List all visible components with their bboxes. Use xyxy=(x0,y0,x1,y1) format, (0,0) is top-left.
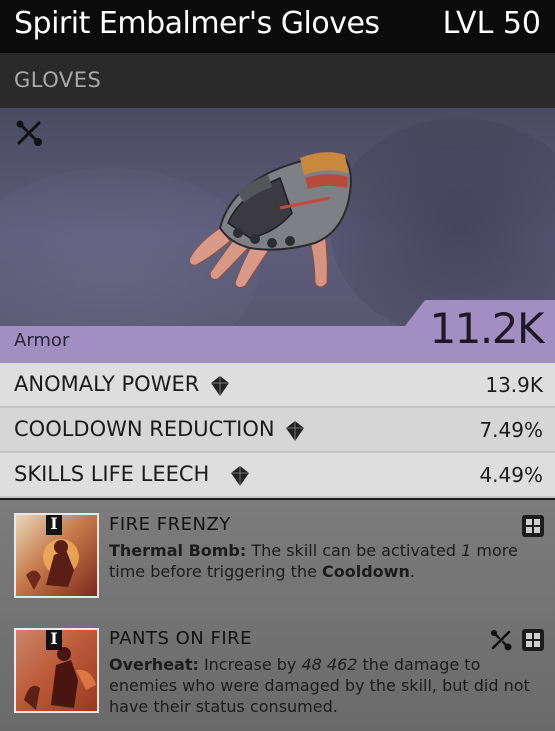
stat-row-anomaly-power: ANOMALY POWER 13.9K xyxy=(0,363,555,408)
stat-name: SKILLS LIFE LEECH xyxy=(14,462,210,486)
item-name: Spirit Embalmer's Gloves xyxy=(14,6,380,41)
armor-label: Armor xyxy=(14,330,70,351)
mod-tier: I xyxy=(46,515,62,535)
diamond-gem-icon xyxy=(286,421,304,441)
glove-image xyxy=(189,152,352,288)
mod-description: Overheat: Increase by 48 462 the damage … xyxy=(109,654,549,717)
mod-highlight: Cooldown xyxy=(322,562,410,581)
mod-socket-icon xyxy=(522,515,544,537)
mod-skill-name: Overheat: xyxy=(109,655,199,674)
stats-list: ANOMALY POWER 13.9K COOLDOWN REDUCTION 7… xyxy=(0,363,555,498)
mod-text: Increase by xyxy=(198,655,302,674)
mods-section: I FIRE FRENZY Thermal Bomb: The skill ca… xyxy=(0,500,555,731)
mod-title: FIRE FRENZY xyxy=(109,514,231,535)
item-preview: Armor 11.2K xyxy=(0,108,555,363)
mod-thumbnail: I xyxy=(14,628,99,713)
crafting-tools-icon xyxy=(491,630,512,651)
item-header: Spirit Embalmer's Gloves LVL 50 xyxy=(0,0,555,53)
crafting-tools-icon xyxy=(16,120,42,146)
stat-value: 4.49% xyxy=(479,463,543,487)
armor-value: 11.2K xyxy=(429,304,544,353)
mod-number: 1 xyxy=(461,541,472,560)
item-level: LVL 50 xyxy=(442,6,541,41)
diamond-gem-icon xyxy=(211,376,229,396)
mod-text: The skill can be activated xyxy=(246,541,462,560)
mod-text: . xyxy=(409,562,415,581)
item-type: GLOVES xyxy=(14,68,102,92)
item-type-bar: GLOVES xyxy=(0,53,555,108)
mod-skill-name: Thermal Bomb: xyxy=(109,541,247,560)
stat-name: ANOMALY POWER xyxy=(14,372,200,396)
stat-name: COOLDOWN REDUCTION xyxy=(14,417,275,441)
mod-tier: I xyxy=(46,630,62,650)
stat-row-cooldown-reduction: COOLDOWN REDUCTION 7.49% xyxy=(0,408,555,453)
stat-row-skills-life-leech: SKILLS LIFE LEECH 4.49% xyxy=(0,453,555,498)
mod-thumbnail: I xyxy=(14,513,99,598)
stat-value: 13.9K xyxy=(485,373,543,397)
diamond-gem-icon xyxy=(231,466,249,486)
stat-value: 7.49% xyxy=(479,418,543,442)
mod-number: 48 462 xyxy=(301,655,358,674)
mod-title: PANTS ON FIRE xyxy=(109,628,253,649)
mod-description: Thermal Bomb: The skill can be activated… xyxy=(109,540,549,582)
mod-socket-icon xyxy=(522,629,544,651)
